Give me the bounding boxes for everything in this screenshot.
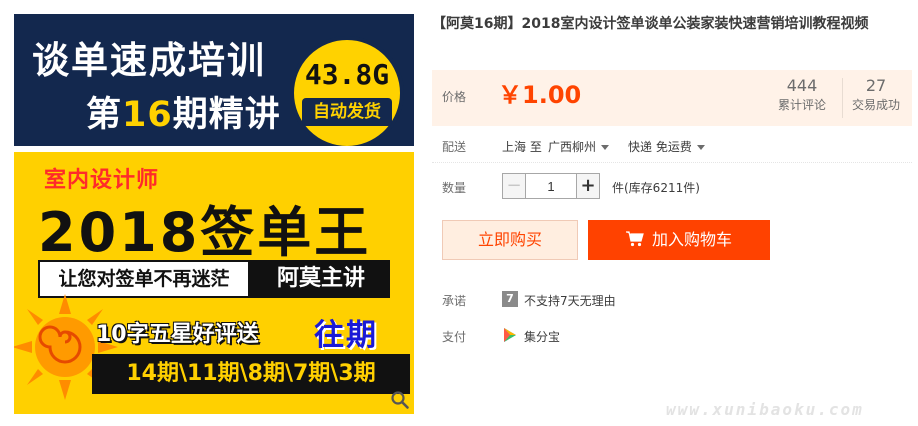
quantity-decrease-button[interactable]: − [502, 173, 526, 199]
badge-auto-delivery: 自动发货 [302, 98, 392, 126]
reviews-label: 累计评论 [778, 98, 827, 112]
banner-title-line1: 谈单速成培训 [32, 39, 266, 82]
chevron-down-icon [696, 145, 705, 150]
quantity-input[interactable] [526, 173, 576, 199]
delivery-row: 配送 上海 至 广西柳州 快递 免运费 [432, 136, 912, 156]
price-label: 价格 [442, 90, 467, 104]
slogan-right: 阿莫主讲 [276, 266, 365, 291]
payment-label: 支付 [442, 330, 467, 344]
shipping-method-text: 快递 免运费 [628, 140, 692, 154]
slogan-left: 让您对签单不再迷茫 [40, 262, 248, 296]
deals-stat: 27 交易成功 [852, 76, 900, 114]
size-badge: 43.8G 自动发货 [290, 36, 404, 146]
quantity-row: 数量 − + 件(库存6211件) [432, 172, 912, 200]
reviews-count: 444 [786, 76, 818, 95]
banner-yellow: 室内设计师 2018签单王 让您对签单不再迷茫 阿莫主讲 10字五星好评送 往期… [14, 152, 414, 414]
quantity-label: 数量 [442, 181, 467, 195]
stock-text: 件(库存6211件) [612, 181, 700, 195]
promise-row: 承诺 7 不支持7天无理由 [432, 290, 912, 310]
deals-count: 27 [865, 76, 887, 95]
delivery-label: 配送 [442, 140, 467, 154]
buy-now-button[interactable]: 立即购买 [442, 220, 578, 260]
badge-size-text: 43.8G [304, 58, 390, 91]
jifenbao-icon [504, 328, 516, 342]
promise-label: 承诺 [442, 294, 467, 308]
payment-text: 集分宝 [524, 330, 561, 344]
site-watermark: www.xunibaoku.com [666, 400, 864, 419]
delivery-origin: 上海 至 [502, 140, 542, 154]
product-main-image[interactable]: 谈单速成培训 第16期精讲 43.8G 自动发货 室内设计师 2018签单王 让… [14, 14, 414, 414]
banner-issues-list: 14期\11期\8期\7期\3期 [92, 354, 410, 394]
quantity-increase-button[interactable]: + [576, 173, 600, 199]
destination-text: 广西柳州 [548, 140, 597, 154]
banner-main-title: 2018签单王 [38, 201, 372, 264]
reviews-stat[interactable]: 444 累计评论 [778, 76, 826, 114]
destination-select[interactable]: 广西柳州 [548, 138, 610, 155]
zoom-icon[interactable] [390, 390, 410, 410]
deals-label: 交易成功 [852, 98, 901, 112]
cart-icon [625, 231, 644, 247]
seven-days-icon: 7 [502, 291, 518, 307]
shipping-method-select[interactable]: 快递 免运费 [628, 138, 705, 155]
promise-text[interactable]: 不支持7天无理由 [524, 292, 616, 309]
price-box: 价格 ￥1.00 444 累计评论 27 交易成功 [432, 70, 912, 126]
banner-line2-prefix: 第 [86, 95, 123, 135]
product-title: 【阿莫16期】2018室内设计签单谈单公装家装快速营销培训教程视频 [432, 16, 869, 32]
banner-line2-number: 16 [122, 95, 173, 135]
chevron-down-icon [601, 145, 610, 150]
banner-top: 谈单速成培训 第16期精讲 43.8G 自动发货 [14, 14, 414, 146]
divider [432, 162, 912, 163]
stat-divider [842, 78, 843, 118]
banner-past-text: 往期 [314, 318, 378, 353]
payment-row: 支付 集分宝 [432, 326, 912, 346]
banner-review-text: 10字五星好评送 [96, 322, 259, 347]
add-to-cart-label: 加入购物车 [651, 230, 732, 249]
banner-title-line2: 第16期精讲 [86, 86, 281, 137]
price-value: ￥1.00 [498, 81, 582, 109]
add-to-cart-button[interactable]: 加入购物车 [588, 220, 770, 260]
product-detail-panel: 【阿莫16期】2018室内设计签单谈单公装家装快速营销培训教程视频 价格 ￥1.… [432, 14, 912, 344]
banner-line2-suffix: 期精讲 [172, 95, 281, 135]
